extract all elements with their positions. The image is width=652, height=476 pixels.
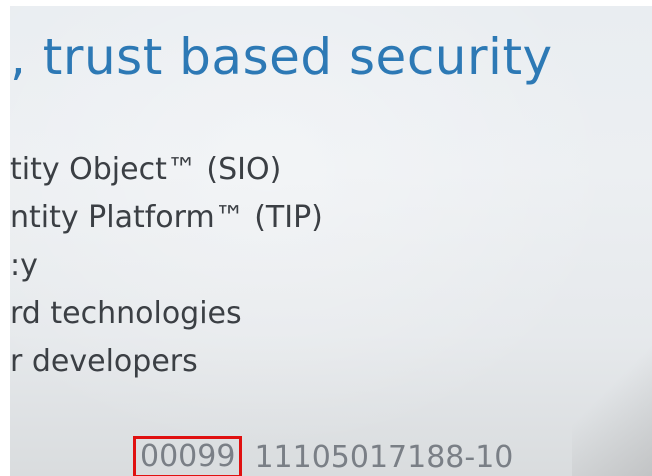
card-headline: , trust based security	[10, 28, 553, 86]
card-shadow	[572, 336, 652, 476]
feature-item: rd technologies	[10, 296, 242, 331]
photo-of-printed-card: , trust based security tity Object™ (SIO…	[0, 0, 652, 476]
feature-item: tity Object™ (SIO)	[10, 152, 282, 187]
feature-item: r developers	[10, 344, 198, 379]
feature-list: tity Object™ (SIO) ntity Platform™ (TIP)…	[10, 150, 323, 390]
highlighted-code: 00099	[133, 436, 243, 476]
serial-number-line: 00099 11105017188-10	[133, 436, 513, 476]
feature-item: ntity Platform™ (TIP)	[10, 200, 323, 235]
feature-item: :y	[10, 248, 38, 283]
serial-number: 11105017188-10	[254, 439, 514, 475]
